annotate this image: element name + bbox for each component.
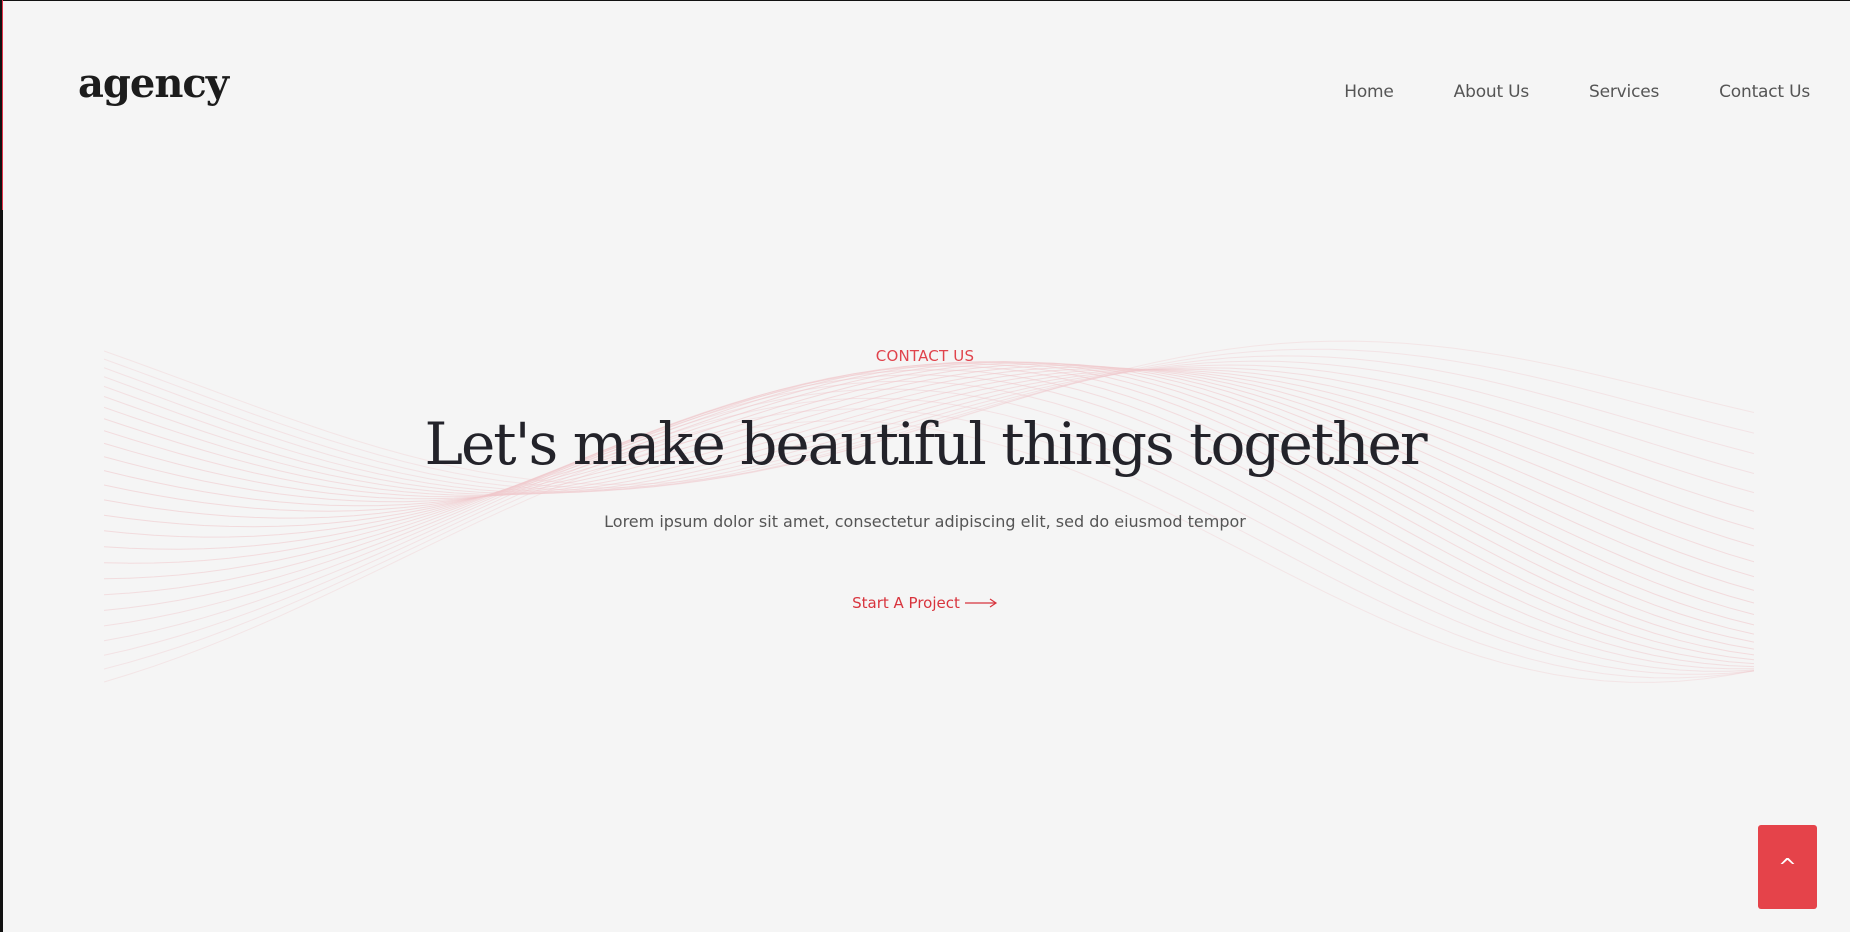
caret-up-icon: ^ (1778, 854, 1797, 880)
decorative-wave-lines (104, 340, 1754, 683)
arrow-right-icon (964, 598, 997, 608)
hero-cta-wrapper: Start A Project (0, 594, 1850, 612)
start-project-link[interactable]: Start A Project (852, 594, 998, 612)
brand-logo[interactable]: agency (78, 64, 229, 104)
window-top-border (0, 0, 1850, 1)
hero-eyebrow: CONTACT US (875, 347, 975, 365)
main-navigation: Home About Us Services Contact Us (1344, 82, 1810, 102)
nav-link-home[interactable]: Home (1344, 82, 1394, 102)
hero-subtext: Lorem ipsum dolor sit amet, consectetur … (604, 512, 1246, 531)
scroll-to-top-button[interactable]: ^ (1758, 825, 1817, 909)
start-project-label: Start A Project (852, 594, 960, 612)
nav-link-about-us[interactable]: About Us (1454, 82, 1530, 102)
hero-headline: Let's make beautiful things together (424, 410, 1427, 478)
nav-link-services[interactable]: Services (1589, 82, 1659, 102)
nav-link-contact-us[interactable]: Contact Us (1719, 82, 1810, 102)
